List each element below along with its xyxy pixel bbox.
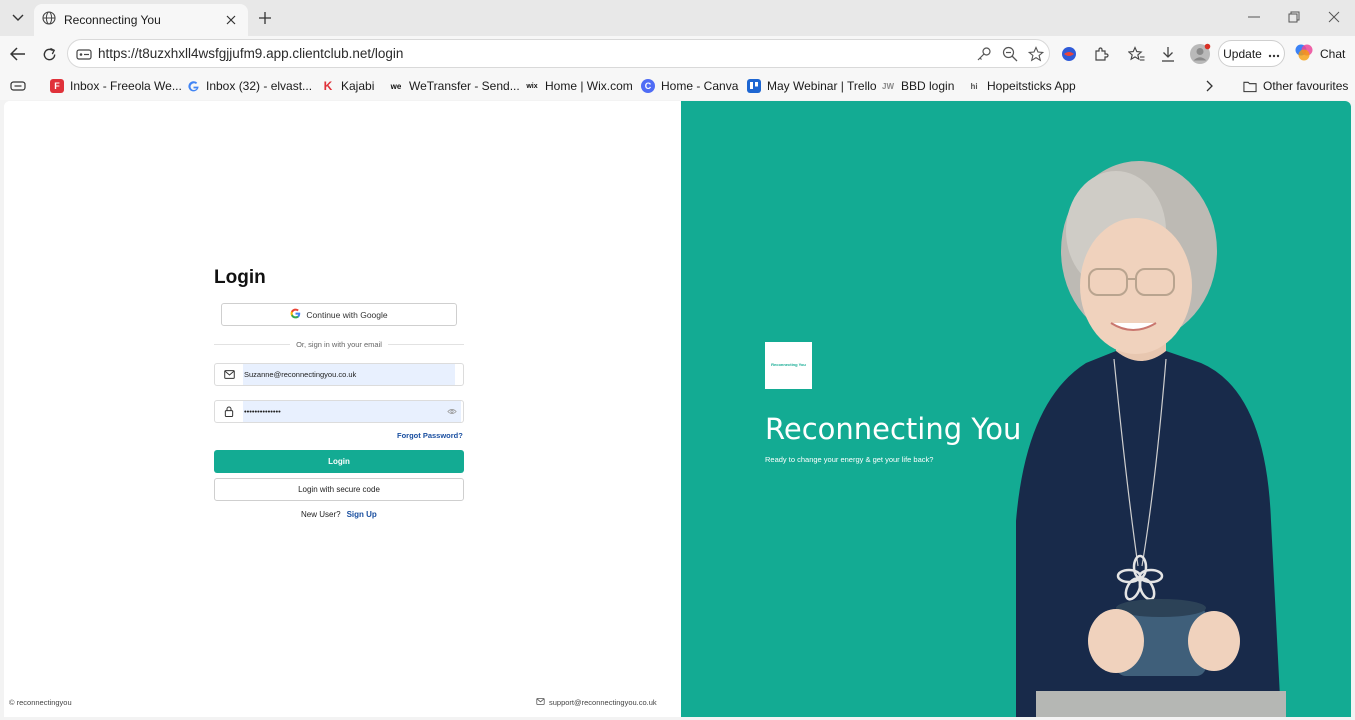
bookmarks-toggle-icon[interactable]	[10, 77, 26, 95]
refresh-icon[interactable]	[36, 41, 62, 67]
other-favourites-label: Other favourites	[1263, 79, 1349, 93]
bookmark-item[interactable]: hi Hopeitsticks App	[967, 77, 1076, 95]
kajabi-icon: K	[323, 79, 333, 93]
forgot-password-link[interactable]: Forgot Password?	[397, 431, 463, 440]
restore-icon[interactable]	[1274, 0, 1314, 34]
tab-actions-chevron-icon[interactable]	[6, 6, 30, 30]
bookmark-label: Kajabi	[341, 79, 375, 93]
wetransfer-icon: we	[390, 81, 402, 91]
tab-strip: Reconnecting You	[0, 0, 1355, 36]
url-text[interactable]: https://t8uzxhxll4wsfgjjufm9.app.clientc…	[98, 46, 971, 61]
bookmark-label: BBD login	[901, 79, 955, 93]
bookmark-label: Inbox (32) - elvast...	[206, 79, 313, 93]
copilot-chat-button[interactable]: Chat	[1292, 40, 1350, 67]
favourites-icon[interactable]	[1123, 41, 1149, 67]
brand-panel: Reconnecting You Reconnecting You Ready …	[681, 101, 1351, 717]
new-user-row: New User? Sign Up	[301, 510, 377, 519]
freeola-icon: F	[50, 79, 64, 93]
login-secure-code-button[interactable]: Login with secure code	[214, 478, 464, 501]
bookmarks-bar: F Inbox - Freeola We... Inbox (32) - elv…	[0, 72, 1355, 100]
key-icon[interactable]	[971, 41, 997, 67]
canva-icon: C	[641, 79, 655, 93]
bookmark-label: Home - Canva	[661, 79, 739, 93]
folder-icon	[1243, 79, 1257, 93]
bookmark-item[interactable]: wix Home | Wix.com	[525, 77, 633, 95]
other-favourites[interactable]: Other favourites	[1243, 77, 1348, 95]
mail-icon	[536, 698, 545, 707]
address-bar[interactable]: https://t8uzxhxll4wsfgjjufm9.app.clientc…	[67, 39, 1050, 68]
bookmark-item[interactable]: K Kajabi	[321, 77, 375, 95]
continue-with-google-button[interactable]: Continue with Google	[221, 303, 457, 326]
login-button[interactable]: Login	[214, 450, 464, 473]
mail-icon	[215, 370, 243, 379]
new-tab-plus-icon[interactable]	[254, 7, 276, 29]
web-page: Login Continue with Google Or, sign in w…	[4, 101, 1351, 717]
downloads-icon[interactable]	[1155, 41, 1181, 67]
sign-in-divider: Or, sign in with your email	[214, 338, 464, 350]
update-label: Update	[1223, 46, 1262, 61]
copyright-text: © reconnectingyou	[9, 698, 72, 707]
close-tab-icon[interactable]	[222, 11, 240, 29]
password-input[interactable]: ••••••••••••••	[243, 401, 443, 422]
wix-icon: wix	[526, 82, 538, 90]
back-arrow-icon[interactable]	[5, 41, 31, 67]
google-icon	[186, 79, 200, 93]
password-field[interactable]: ••••••••••••••	[214, 400, 464, 423]
bookmark-item[interactable]: JW BBD login	[881, 77, 954, 95]
site-info-icon[interactable]	[70, 47, 98, 61]
google-logo-icon	[290, 308, 301, 321]
bookmarks-overflow-chevron-icon[interactable]	[1206, 77, 1214, 95]
bookmark-item[interactable]: C Home - Canva	[641, 77, 738, 95]
bookmark-item[interactable]: May Webinar | Trello	[747, 77, 877, 95]
trello-icon	[747, 79, 761, 93]
bookmark-label: WeTransfer - Send...	[409, 79, 520, 93]
lock-icon	[215, 406, 243, 417]
extension-flag-icon[interactable]	[1056, 41, 1082, 67]
bookmark-item[interactable]: F Inbox - Freeola We...	[50, 77, 182, 95]
bookmark-item[interactable]: Inbox (32) - elvast...	[186, 77, 312, 95]
google-button-label: Continue with Google	[306, 309, 388, 320]
brand-logo: Reconnecting You	[765, 342, 812, 389]
divider-line	[214, 343, 291, 345]
hopeitsticks-icon: hi	[970, 81, 978, 91]
globe-icon	[42, 10, 56, 30]
bookmark-item[interactable]: we WeTransfer - Send...	[389, 77, 520, 95]
favourite-star-icon[interactable]	[1023, 41, 1049, 67]
bookmark-label: Home | Wix.com	[545, 79, 633, 93]
jw-icon: JW	[882, 81, 894, 91]
support-contact[interactable]: support@reconnectingyou.co.uk	[536, 698, 657, 707]
bookmark-label: May Webinar | Trello	[767, 79, 877, 93]
brand-tagline: Ready to change your energy & get your l…	[765, 455, 934, 464]
divider-text: Or, sign in with your email	[296, 339, 382, 349]
more-dots-icon	[1268, 47, 1280, 61]
login-heading: Login	[214, 267, 266, 288]
chat-label: Chat	[1320, 46, 1346, 61]
new-user-text: New User?	[301, 510, 341, 519]
zoom-icon[interactable]	[997, 41, 1023, 67]
navigation-bar: https://t8uzxhxll4wsfgjjufm9.app.clientc…	[0, 36, 1355, 72]
update-button[interactable]: Update	[1218, 40, 1285, 67]
window-close-icon[interactable]	[1314, 0, 1354, 34]
login-panel: Login Continue with Google Or, sign in w…	[4, 101, 681, 717]
show-password-eye-icon[interactable]	[443, 401, 461, 422]
bookmark-label: Inbox - Freeola We...	[70, 79, 182, 93]
portrait-photo	[1016, 161, 1286, 717]
minimize-icon[interactable]	[1234, 0, 1274, 34]
email-field[interactable]: Suzanne@reconnectingyou.co.uk	[214, 363, 464, 386]
extensions-puzzle-icon[interactable]	[1088, 41, 1114, 67]
active-tab[interactable]: Reconnecting You	[34, 4, 248, 36]
profile-avatar-icon[interactable]	[1187, 41, 1213, 67]
sign-up-link[interactable]: Sign Up	[347, 510, 377, 519]
tab-title: Reconnecting You	[64, 13, 161, 27]
support-email[interactable]: support@reconnectingyou.co.uk	[549, 698, 657, 707]
copilot-icon	[1294, 42, 1314, 65]
divider-line	[387, 343, 464, 345]
bookmark-label: Hopeitsticks App	[987, 79, 1076, 93]
email-input[interactable]: Suzanne@reconnectingyou.co.uk	[243, 364, 455, 385]
